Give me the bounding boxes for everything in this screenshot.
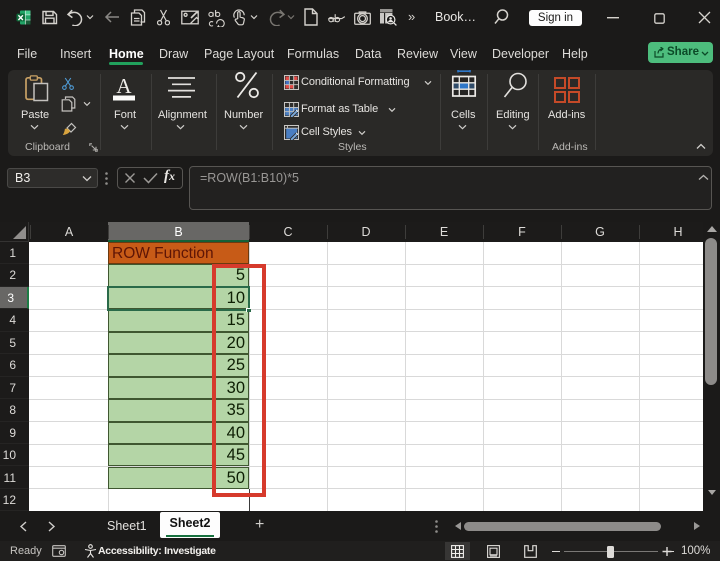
svg-text:A: A — [116, 74, 132, 98]
